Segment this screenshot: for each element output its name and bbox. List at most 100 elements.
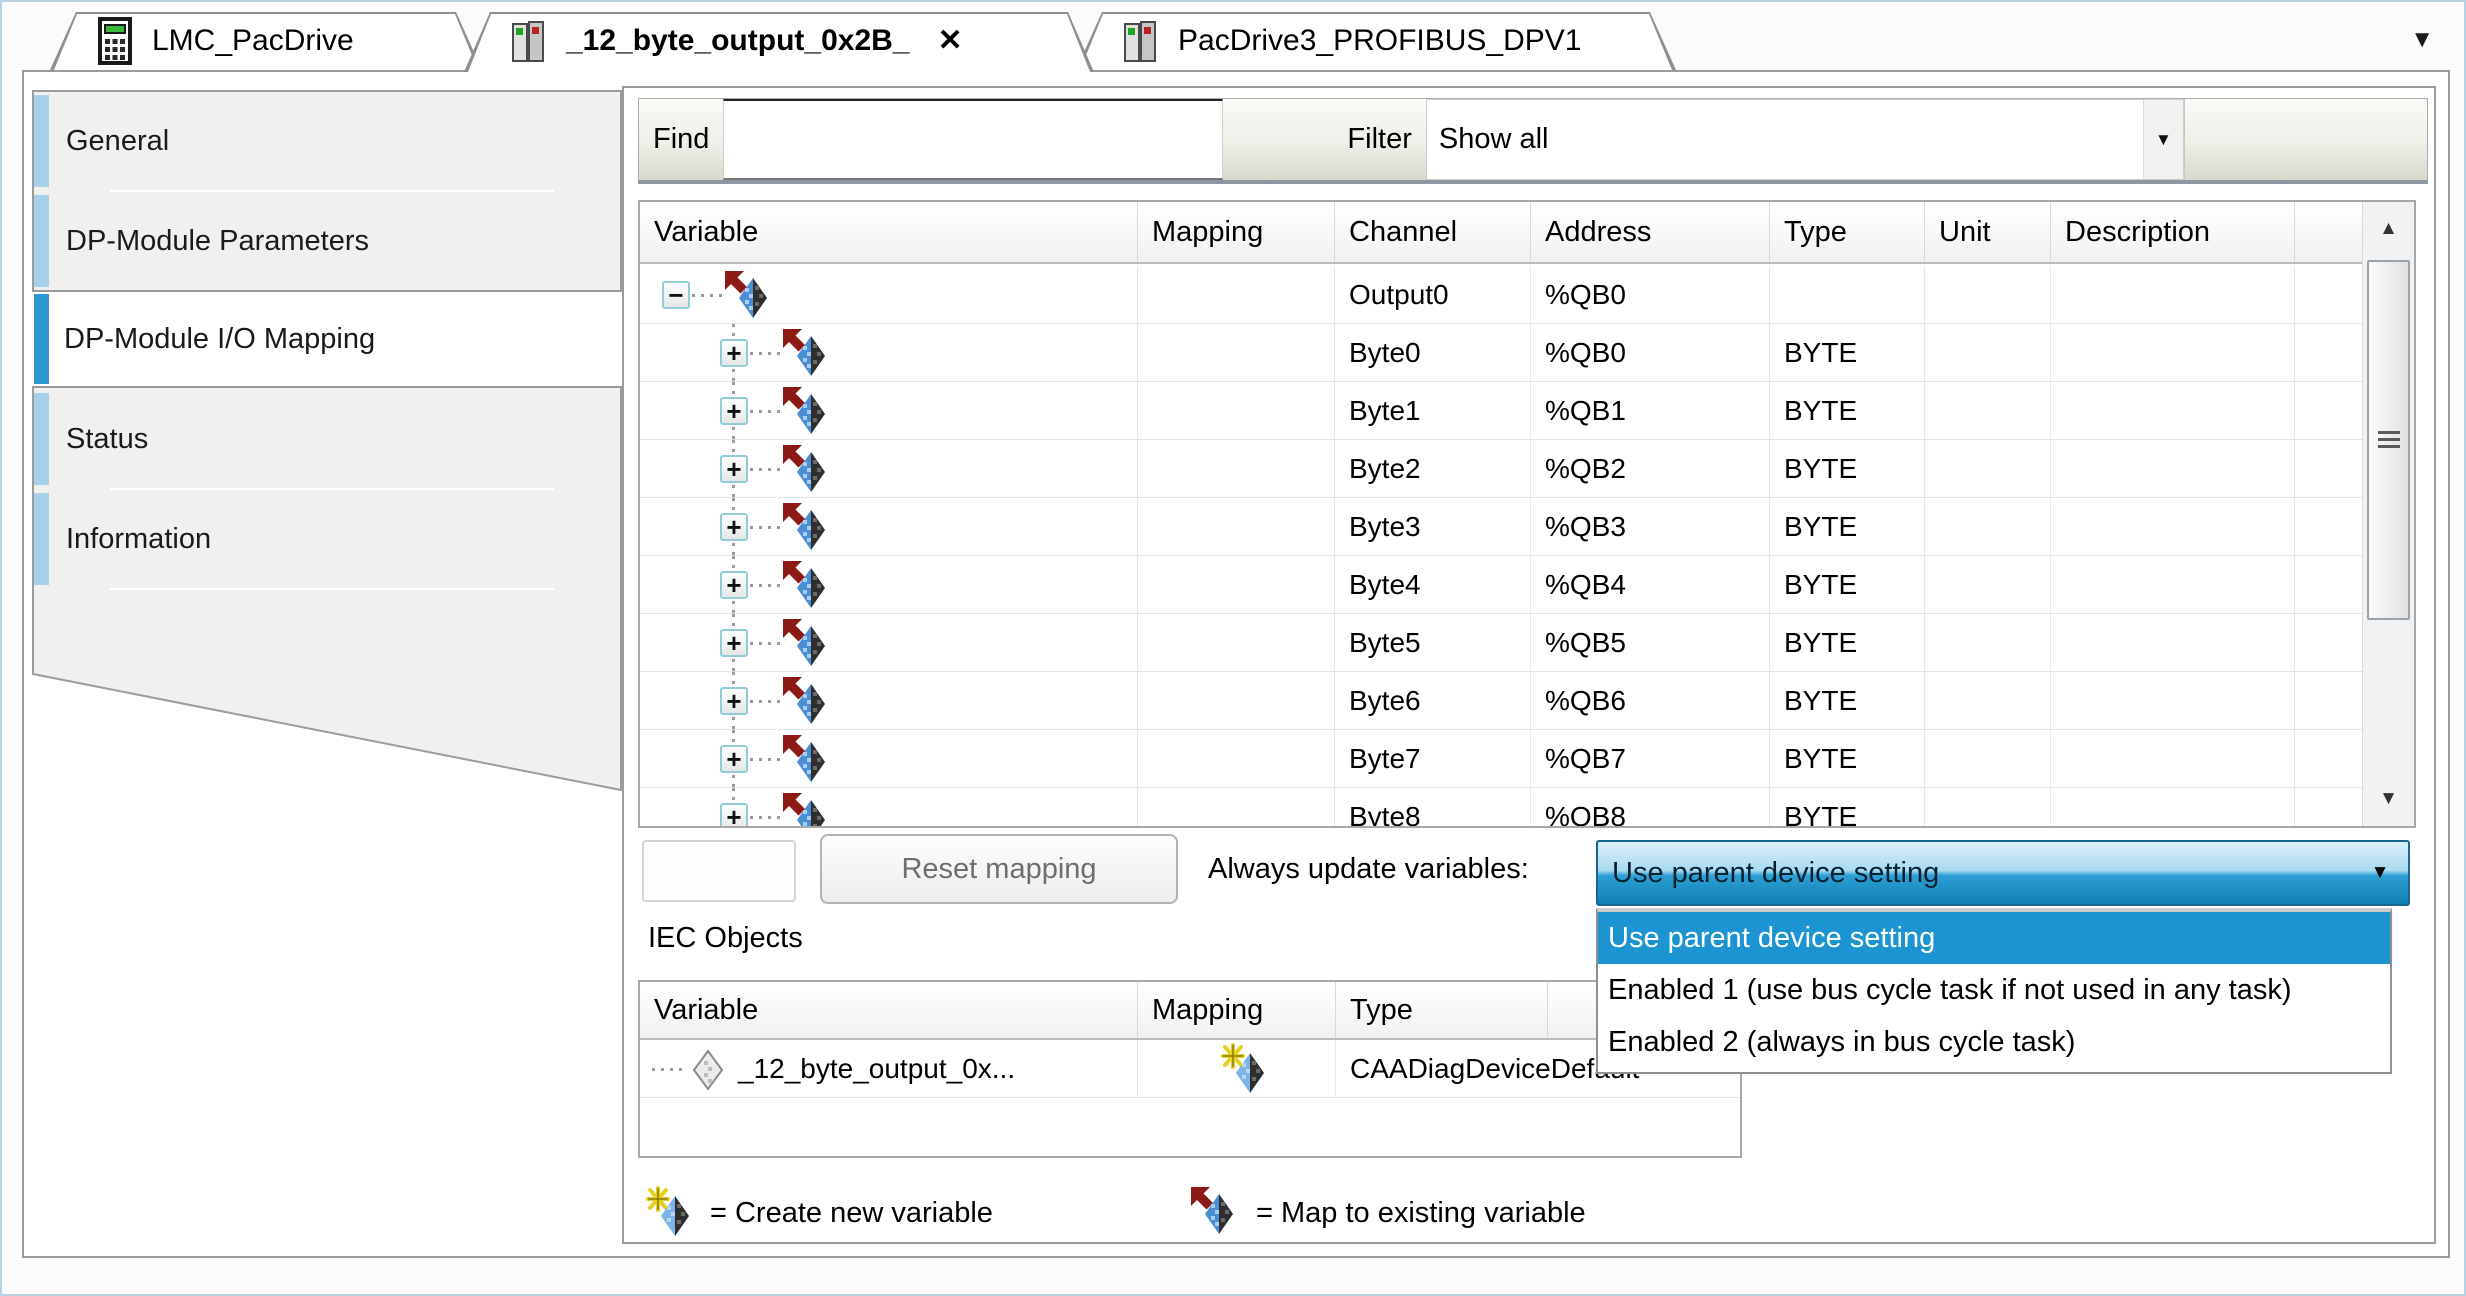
expand-plus-icon[interactable]: + — [720, 745, 748, 773]
expand-plus-icon[interactable]: + — [720, 455, 748, 483]
dropdown-option-enabled-1[interactable]: Enabled 1 (use bus cycle task if not use… — [1598, 964, 2390, 1016]
category-sidebar: General DP-Module Parameters DP-Module I… — [32, 90, 622, 796]
dropdown-option-enabled-2[interactable]: Enabled 2 (always in bus cycle task) — [1598, 1016, 2390, 1068]
find-label: Find — [639, 99, 723, 180]
table-row-byte6[interactable]: + Byte6 %QB6 BYTE — [640, 672, 2362, 730]
tab-pacdrive3-profibus[interactable]: PacDrive3_PROFIBUS_DPV1 — [1076, 12, 1676, 70]
vertical-scrollbar[interactable]: ▲ ▼ — [2362, 202, 2414, 826]
address-cell: %QB6 — [1531, 672, 1770, 729]
unit-cell — [1925, 266, 2051, 323]
channel-cell: Byte7 — [1335, 730, 1531, 787]
editor-content-frame: General DP-Module Parameters DP-Module I… — [22, 70, 2450, 1258]
column-header-type[interactable]: Type — [1336, 982, 1548, 1038]
column-header-description[interactable]: Description — [2051, 202, 2295, 262]
table-row-byte1[interactable]: + Byte1 %QB1 BYTE — [640, 382, 2362, 440]
scroll-down-arrow-icon[interactable]: ▼ — [2363, 772, 2414, 826]
column-header-type[interactable]: Type — [1770, 202, 1925, 262]
column-header-variable[interactable]: Variable — [640, 202, 1138, 262]
column-header-address[interactable]: Address — [1531, 202, 1770, 262]
unit-cell — [1925, 382, 2051, 439]
type-cell: BYTE — [1770, 556, 1925, 613]
sidebar-item-dp-module-io-mapping[interactable]: DP-Module I/O Mapping — [32, 290, 622, 388]
description-cell — [2051, 498, 2295, 555]
table-row-byte4[interactable]: + Byte4 %QB4 BYTE — [640, 556, 2362, 614]
column-header-channel[interactable]: Channel — [1335, 202, 1531, 262]
scrollbar-thumb[interactable] — [2367, 260, 2410, 620]
description-cell — [2051, 788, 2295, 826]
scroll-up-arrow-icon[interactable]: ▲ — [2363, 202, 2414, 256]
sidebar-item-dp-module-parameters[interactable]: DP-Module Parameters — [34, 192, 620, 290]
sidebar-item-status[interactable]: Status — [34, 390, 620, 488]
mapping-cell — [1138, 614, 1335, 671]
unit-cell — [1925, 614, 2051, 671]
type-cell: BYTE — [1770, 730, 1925, 787]
filter-combo[interactable]: Show all ▼ — [1426, 99, 2184, 180]
tab-12-byte-output[interactable]: _12_byte_output_0x2B_ ✕ — [464, 12, 1094, 70]
iec-object-row[interactable]: _12_byte_output_0x... CAADiagDeviceDefau… — [640, 1040, 1740, 1098]
expand-plus-icon[interactable]: + — [720, 629, 748, 657]
variable-diamond-icon — [692, 1049, 724, 1097]
tree-connector — [750, 584, 782, 587]
sidebar-item-general[interactable]: General — [34, 92, 620, 190]
tab-label: PacDrive3_PROFIBUS_DPV1 — [1178, 24, 1581, 58]
sidebar-item-information[interactable]: Information — [34, 490, 620, 588]
column-header-variable[interactable]: Variable — [640, 982, 1138, 1038]
variable-cell: − — [640, 266, 1138, 323]
expand-plus-icon[interactable]: + — [720, 803, 748, 826]
iec-objects-table: Variable Mapping Type _12_byte_output_0x… — [638, 980, 1742, 1158]
filter-label: Filter — [1333, 99, 1425, 180]
expand-plus-icon[interactable]: + — [720, 397, 748, 425]
mapping-cell — [1138, 498, 1335, 555]
description-cell — [2051, 266, 2295, 323]
mapping-cell — [1138, 730, 1335, 787]
tab-label: LMC_PacDrive — [152, 24, 354, 58]
filler-cell — [2295, 324, 2362, 381]
table-row-byte2[interactable]: + Byte2 %QB2 BYTE — [640, 440, 2362, 498]
tab-lmc-pacdrive[interactable]: LMC_PacDrive — [50, 12, 482, 70]
table-row-byte3[interactable]: + Byte3 %QB3 BYTE — [640, 498, 2362, 556]
sidebar-item-label: DP-Module Parameters — [66, 192, 369, 290]
map-to-existing-variable-icon — [724, 270, 770, 323]
mapping-cell — [1138, 382, 1335, 439]
channel-cell: Byte2 — [1335, 440, 1531, 497]
table-row-byte8[interactable]: + Byte8 %QB8 BYTE — [640, 788, 2362, 826]
table-row-byte5[interactable]: + Byte5 %QB5 BYTE — [640, 614, 2362, 672]
legend-create-new-text: = Create new variable — [710, 1186, 993, 1240]
find-filter-toolbar: Find Filter Show all ▼ — [638, 98, 2428, 184]
scrollbar-grip — [2378, 431, 2400, 449]
map-to-existing-variable-icon — [782, 792, 828, 826]
filter-dropdown-arrow-icon[interactable]: ▼ — [2143, 100, 2183, 179]
create-new-variable-icon — [1152, 1043, 1335, 1095]
table-row-byte7[interactable]: + Byte7 %QB7 BYTE — [640, 730, 2362, 788]
table-row-output0[interactable]: − Output0 %QB0 — [640, 266, 2362, 324]
column-header-mapping[interactable]: Mapping — [1138, 982, 1336, 1038]
description-cell — [2051, 382, 2295, 439]
expand-plus-icon[interactable]: + — [720, 339, 748, 367]
column-header-mapping[interactable]: Mapping — [1138, 202, 1335, 262]
reset-mapping-button[interactable]: Reset mapping — [820, 834, 1178, 904]
tree-connector — [750, 352, 782, 355]
always-update-combo[interactable]: Use parent device setting ▼ — [1596, 840, 2410, 906]
expand-plus-icon[interactable]: + — [720, 687, 748, 715]
close-icon[interactable]: ✕ — [937, 26, 962, 56]
toolbar-extra-button[interactable] — [2184, 99, 2427, 180]
variable-cell: + — [640, 324, 1138, 381]
combo-dropdown-arrow-icon[interactable]: ▼ — [2352, 862, 2408, 884]
collapse-minus-icon[interactable]: − — [662, 281, 690, 309]
expand-plus-icon[interactable]: + — [720, 571, 748, 599]
expand-plus-icon[interactable]: + — [720, 513, 748, 541]
map-to-existing-variable-icon — [782, 328, 828, 381]
type-cell: BYTE — [1770, 672, 1925, 729]
find-input[interactable] — [723, 99, 1223, 180]
variable-cell: _12_byte_output_0x... — [640, 1040, 1138, 1097]
blank-button[interactable] — [642, 840, 796, 902]
sidebar-separator — [110, 588, 554, 590]
mapping-table-header: Variable Mapping Channel Address Type Un… — [640, 202, 2414, 264]
table-row-byte0[interactable]: + Byte0 %QB0 BYTE — [640, 324, 2362, 382]
channel-cell: Byte3 — [1335, 498, 1531, 555]
channel-cell: Byte4 — [1335, 556, 1531, 613]
dropdown-option-use-parent[interactable]: Use parent device setting — [1598, 912, 2390, 964]
tab-overflow-arrow-icon[interactable]: ▼ — [2410, 26, 2434, 54]
column-header-unit[interactable]: Unit — [1925, 202, 2051, 262]
filler-cell — [2295, 730, 2362, 787]
